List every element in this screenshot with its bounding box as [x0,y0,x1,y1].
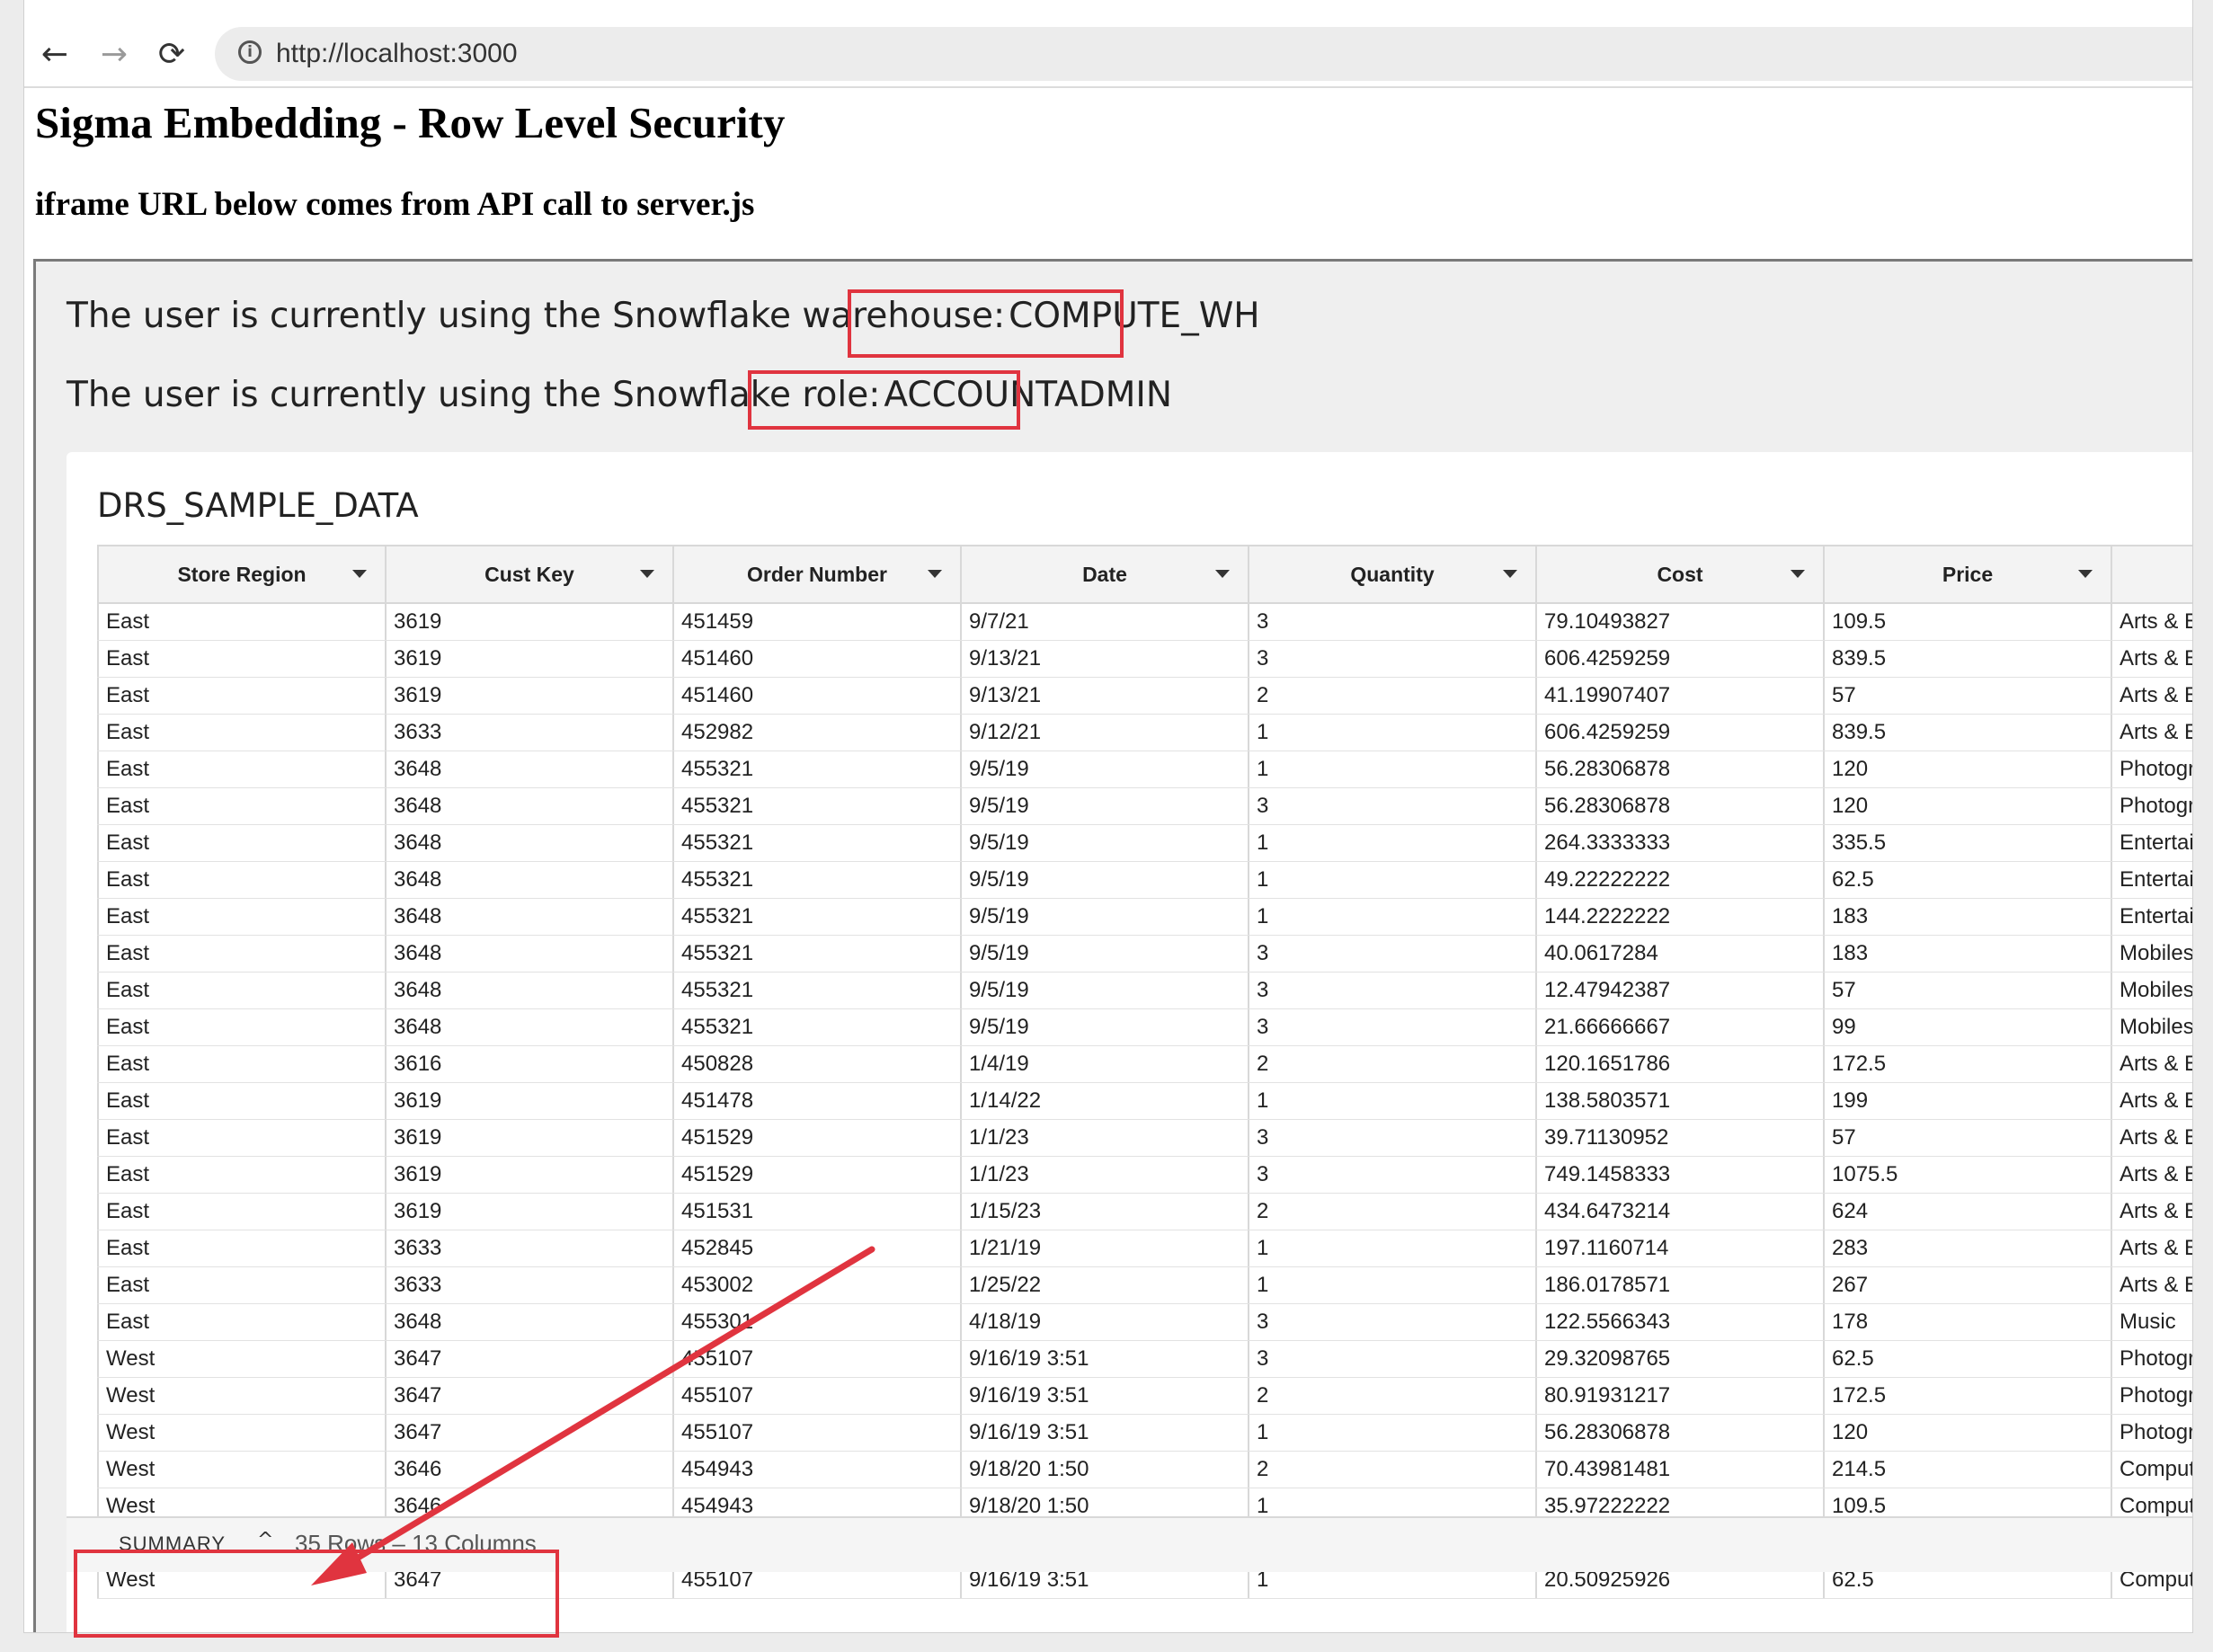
annotation-arrow-icon [311,1246,875,1585]
